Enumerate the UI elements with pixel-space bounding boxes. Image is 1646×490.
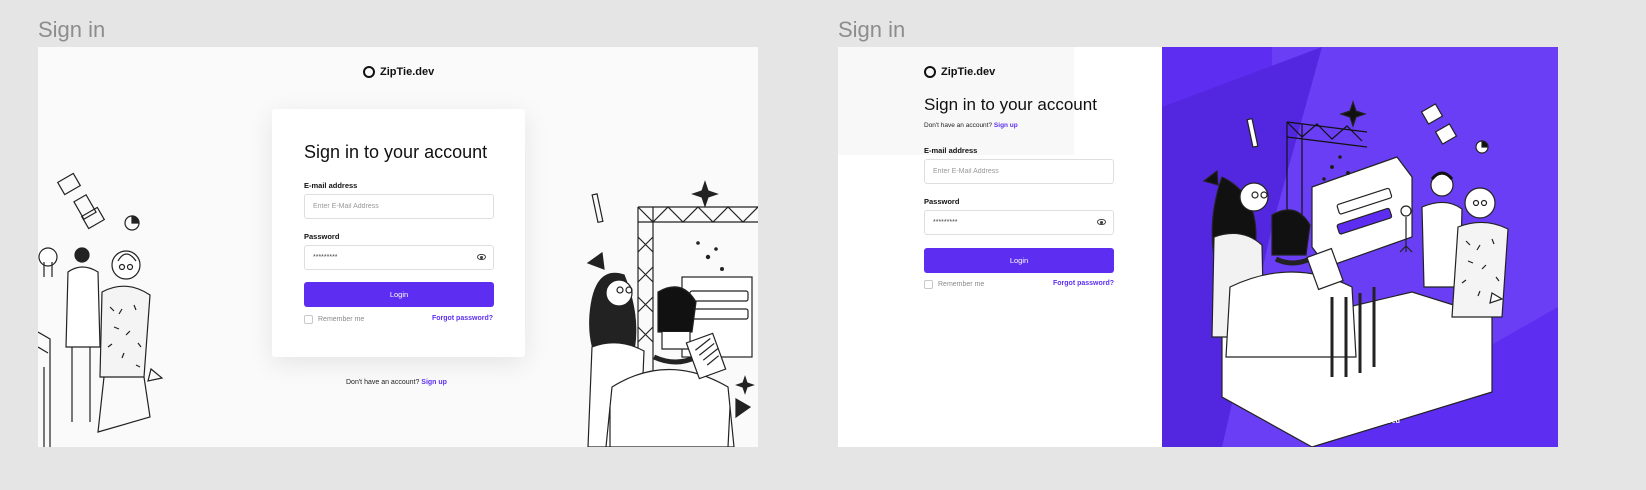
password-input[interactable]: [925, 211, 1083, 234]
email-field[interactable]: [924, 159, 1114, 184]
signin-card: Sign in to your account E-mail address P…: [272, 109, 525, 357]
remember-label: Remember me: [318, 316, 365, 323]
logo-text: ZipTie.dev: [941, 66, 996, 78]
hero-panel: *No credit card required: [1162, 47, 1558, 447]
signup-row: Don't have an account? Sign up: [924, 122, 1018, 129]
page-title: Sign in to your account: [304, 142, 488, 162]
illustration-hero: [1162, 47, 1558, 447]
email-label: E-mail address: [304, 181, 358, 190]
logo-ring-icon: [924, 66, 936, 78]
forgot-password-link[interactable]: Forgot password?: [432, 315, 493, 322]
eye-icon[interactable]: [1097, 219, 1106, 225]
signup-link[interactable]: Sign up: [421, 379, 447, 386]
eye-icon[interactable]: [477, 254, 486, 260]
signup-prompt: Don't have an account?: [346, 379, 420, 386]
illustration-left: [38, 172, 164, 447]
login-button[interactable]: Login: [924, 248, 1114, 273]
remember-checkbox[interactable]: [304, 315, 313, 324]
page-title: Sign in to your account: [924, 95, 1097, 114]
email-input[interactable]: [925, 160, 1083, 183]
logo: ZipTie.dev: [924, 66, 995, 78]
forgot-password-link[interactable]: Forgot password?: [1053, 280, 1114, 287]
login-button[interactable]: Login: [304, 282, 494, 307]
logo: ZipTie.dev: [363, 66, 434, 78]
remember-checkbox[interactable]: [924, 280, 933, 289]
logo-text: ZipTie.dev: [380, 66, 435, 78]
illustration-right: [586, 180, 758, 447]
logo-ring-icon: [363, 66, 375, 78]
no-credit-card-note: *No credit card required: [1320, 418, 1400, 425]
email-input[interactable]: [305, 195, 463, 218]
signin-frame-split: ZipTie.dev Sign in to your account Don't…: [838, 47, 1558, 447]
password-label: Password: [924, 197, 960, 206]
frame-title-2: Sign in: [838, 17, 906, 42]
password-label: Password: [304, 232, 340, 241]
remember-label: Remember me: [938, 281, 985, 288]
password-input[interactable]: [305, 246, 463, 269]
password-field[interactable]: [304, 245, 494, 270]
signup-row: Don't have an account? Sign up: [346, 379, 447, 386]
signup-link[interactable]: Sign up: [994, 122, 1018, 129]
password-field[interactable]: [924, 210, 1114, 235]
email-field[interactable]: [304, 194, 494, 219]
signin-frame-centered: ZipTie.dev Sign in to your account E-mai…: [38, 47, 758, 447]
signup-prompt: Don't have an account?: [924, 122, 993, 129]
frame-title-1: Sign in: [38, 17, 106, 42]
email-label: E-mail address: [924, 146, 978, 155]
